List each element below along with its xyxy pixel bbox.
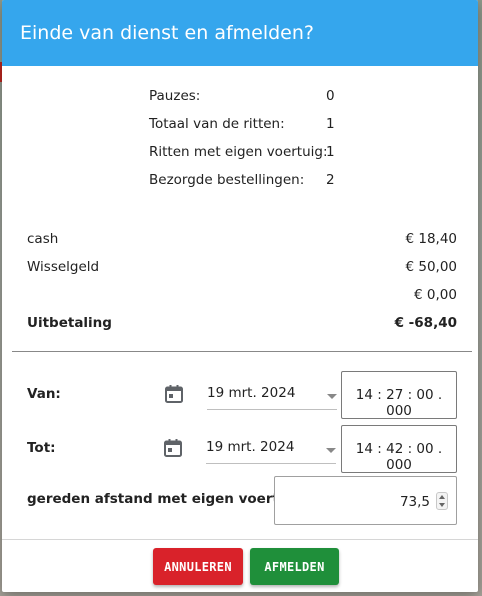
stat-value: 0 <box>326 88 335 104</box>
stat-label: Ritten met eigen voertuig: <box>149 144 328 160</box>
spinner-down-icon[interactable] <box>439 503 445 507</box>
logoff-button[interactable]: AFMELDEN <box>250 548 339 585</box>
money-row-payout: Uitbetaling € -68,40 <box>27 315 457 343</box>
to-date-select[interactable]: 19 mrt. 2024 <box>206 436 336 464</box>
from-time-input[interactable]: 14 : 27 : 00 . 000 <box>341 371 457 419</box>
end-shift-dialog: Einde van dienst en afmelden? Pauzes: 0 … <box>2 0 478 592</box>
money-value: € 18,40 <box>405 231 457 247</box>
stat-value: 2 <box>326 172 335 188</box>
from-date-select[interactable]: 19 mrt. 2024 <box>207 382 337 410</box>
distance-label: gereden afstand met eigen voertuig: <box>27 491 309 507</box>
from-date-value: 19 mrt. 2024 <box>207 385 296 401</box>
stat-label: Totaal van de ritten: <box>149 116 285 132</box>
to-time-input[interactable]: 14 : 42 : 00 . 000 <box>341 425 457 473</box>
money-label: Uitbetaling <box>27 315 112 331</box>
money-row-other: € 0,00 <box>27 287 457 315</box>
stat-row-total-rides: Totaal van de ritten: 1 <box>149 116 349 144</box>
money-value: € 0,00 <box>414 287 457 303</box>
from-label: Van: <box>27 386 61 402</box>
stat-label: Bezorgde bestellingen: <box>149 172 305 188</box>
number-spinner-icon[interactable] <box>436 492 448 510</box>
stat-row-pauses: Pauzes: 0 <box>149 88 349 116</box>
dialog-header: Einde van dienst en afmelden? <box>2 0 478 66</box>
money-row-cash: cash € 18,40 <box>27 231 457 259</box>
section-divider <box>12 351 472 352</box>
footer-divider <box>2 539 478 540</box>
stat-row-delivered-orders: Bezorgde bestellingen: 2 <box>149 172 349 200</box>
dropdown-arrow-icon <box>326 448 336 453</box>
dropdown-arrow-icon <box>327 394 337 399</box>
money-label: Wisselgeld <box>27 259 100 275</box>
cancel-button[interactable]: ANNULEREN <box>153 548 243 585</box>
calendar-icon[interactable] <box>163 438 183 458</box>
spinner-up-icon[interactable] <box>439 495 445 499</box>
stat-value: 1 <box>326 144 335 160</box>
dialog-title: Einde van dienst en afmelden? <box>20 22 314 44</box>
from-time-value: 14 : 27 : 00 . 000 <box>355 387 443 419</box>
money-summary: cash € 18,40 Wisselgeld € 50,00 € 0,00 U… <box>27 231 457 343</box>
money-row-change: Wisselgeld € 50,00 <box>27 259 457 287</box>
to-date-value: 19 mrt. 2024 <box>206 439 295 455</box>
stat-label: Pauzes: <box>149 88 201 104</box>
shift-stats: Pauzes: 0 Totaal van de ritten: 1 Ritten… <box>149 88 349 200</box>
calendar-icon[interactable] <box>164 384 184 404</box>
stat-row-own-vehicle-rides: Ritten met eigen voertuig: 1 <box>149 144 349 172</box>
to-time-value: 14 : 42 : 00 . 000 <box>355 441 443 473</box>
money-label: cash <box>27 231 59 247</box>
distance-input[interactable]: 73,5 <box>274 476 457 525</box>
to-label: Tot: <box>27 440 56 456</box>
stat-value: 1 <box>326 116 335 132</box>
money-value: € -68,40 <box>394 315 457 331</box>
distance-value: 73,5 <box>399 494 430 510</box>
money-value: € 50,00 <box>405 259 457 275</box>
